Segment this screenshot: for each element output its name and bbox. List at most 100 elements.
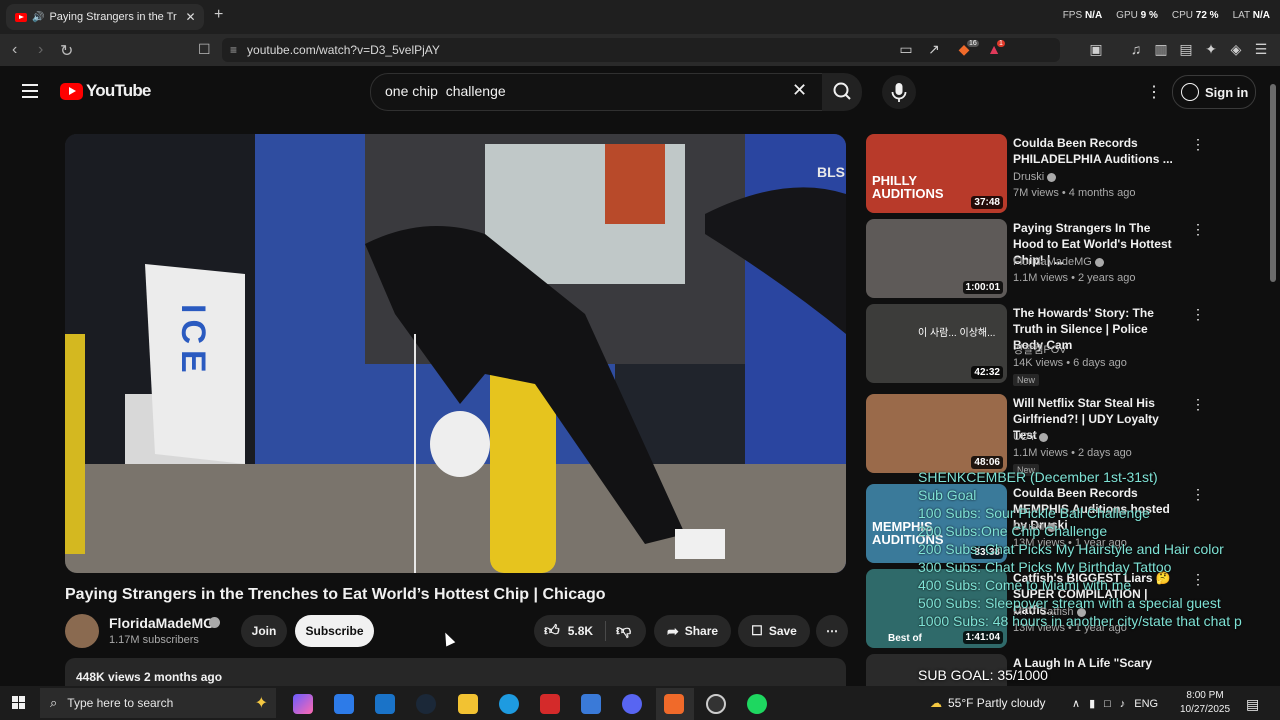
edge-icon[interactable] [499, 694, 519, 714]
leo-icon[interactable]: ✦ [1203, 41, 1219, 57]
page-scrollbar[interactable] [1270, 84, 1276, 282]
fps-value: N/A [1084, 10, 1103, 21]
voice-search-button[interactable] [882, 75, 916, 109]
video-title[interactable]: Coulda Been Records PHILADELPHIA Auditio… [1013, 135, 1175, 167]
weather-widget[interactable]: ☁ 55°F Partly cloudy [930, 696, 1046, 710]
lat-value: N/A [1252, 10, 1270, 21]
mic-tray-icon[interactable]: ▮ [1089, 697, 1095, 710]
save-label: Save [768, 624, 797, 638]
bookmark-icon[interactable]: ☐ [198, 41, 211, 58]
sign-text: BLS [817, 164, 845, 180]
gpu-label: GPU [1116, 10, 1138, 21]
wallet-icon[interactable]: ▤ [1178, 41, 1194, 57]
site-info-icon[interactable]: ≡ [230, 43, 237, 57]
dislike-icon[interactable]: 👎︎ [616, 622, 631, 640]
settings-more-icon[interactable]: ⋮ [1146, 82, 1162, 102]
volume-icon[interactable]: ♪ [1120, 698, 1126, 710]
back-icon[interactable]: ‹ [12, 41, 17, 59]
video-thumbnail[interactable]: 이 사람... 이상해... 42:32 [866, 304, 1007, 383]
sign-in-label: Sign in [1205, 84, 1249, 100]
date-text: 10/27/2025 [1180, 704, 1231, 715]
hamburger-menu-icon[interactable] [22, 84, 38, 102]
taskbar-search[interactable]: ⌕ Type here to search ✦ [40, 688, 276, 718]
more-actions-button[interactable]: ⋯ [816, 615, 848, 647]
new-tab-icon[interactable]: + [214, 6, 223, 24]
notifications-icon[interactable]: ▤ [1246, 696, 1259, 713]
app-window-icon[interactable] [581, 694, 601, 714]
clock[interactable]: 8:00 PM 10/27/2025 [1180, 689, 1230, 717]
sign-in-button[interactable]: Sign in [1172, 75, 1256, 109]
steam-icon[interactable] [416, 694, 436, 714]
recommended-video[interactable]: PHILLY AUDITIONS 37:48 Coulda Been Recor… [866, 134, 1205, 214]
recommended-video[interactable]: 48:06 Will Netflix Star Steal His Girlfr… [866, 394, 1205, 476]
video-thumbnail[interactable]: 1:00:01 [866, 219, 1007, 298]
recommended-video[interactable]: 이 사람... 이상해... 42:32 The Howards' Story:… [866, 304, 1205, 386]
chevron-up-icon[interactable]: ∧ [1072, 697, 1080, 710]
search-icon [833, 82, 851, 100]
more-options-icon[interactable]: ⋮ [1191, 221, 1205, 238]
close-tab-icon[interactable]: ✕ [185, 10, 195, 24]
spotify-icon[interactable] [747, 694, 767, 714]
video-duration: 37:48 [971, 196, 1003, 209]
youtube-play-icon [60, 82, 83, 100]
microsoft-store-icon[interactable] [334, 694, 354, 714]
language-indicator[interactable]: ENG [1134, 698, 1158, 710]
obs-icon[interactable] [706, 694, 726, 714]
like-count[interactable]: 5.8K [568, 624, 593, 638]
search-box[interactable] [370, 73, 824, 111]
browser-tab[interactable]: 🔊 Paying Strangers in the Trenches ✕ [6, 4, 204, 30]
share-page-icon[interactable]: ↗ [926, 41, 942, 57]
cpu-label: CPU [1171, 10, 1193, 21]
cast-icon[interactable]: ▭ [898, 41, 914, 57]
more-options-icon[interactable]: ⋮ [1191, 136, 1205, 153]
clear-search-icon[interactable]: ✕ [792, 80, 807, 101]
vpn-icon[interactable]: ◈ [1228, 41, 1244, 57]
subscriber-count: 1.17M subscribers [109, 634, 199, 646]
new-badge: New [1013, 374, 1040, 386]
outlook-icon[interactable] [375, 694, 395, 714]
channel-name[interactable]: FloridaMadeMG [109, 615, 214, 631]
channel-avatar[interactable] [65, 614, 99, 648]
video-duration: 1:41:04 [962, 631, 1003, 644]
media-icon[interactable]: ♫ [1128, 41, 1144, 57]
share-button[interactable]: ➦ Share [654, 615, 731, 647]
overlay-line: 400 Subs: Come to Miami with me [918, 577, 1132, 593]
overlay-line: 100 Subs: Sour Pickle Ball Challenge [918, 505, 1150, 521]
youtube-logo[interactable]: YouTube [60, 81, 151, 101]
search-button[interactable] [822, 73, 862, 111]
windows-start-icon[interactable] [12, 696, 26, 710]
wps-office-icon[interactable] [540, 694, 560, 714]
file-explorer-icon[interactable] [458, 694, 478, 714]
recommended-video[interactable]: 1:00:01 Paying Strangers In The Hood to … [866, 219, 1205, 299]
subscribe-button[interactable]: Subscribe [295, 615, 374, 647]
video-player[interactable]: ICE BLS [65, 134, 846, 573]
reader-icon[interactable]: ▣ [1088, 41, 1104, 57]
weather-text: 55°F Partly cloudy [948, 696, 1046, 710]
channel-name: UDY [1013, 431, 1049, 443]
copilot-sparkle-icon: ✦ [254, 695, 268, 712]
forward-icon[interactable]: › [38, 41, 43, 59]
reload-icon[interactable]: ↻ [60, 41, 73, 61]
sidebar-icon[interactable]: ▥ [1153, 41, 1169, 57]
join-button[interactable]: Join [241, 615, 287, 647]
network-icon[interactable]: □ [1104, 698, 1111, 710]
search-input[interactable] [383, 82, 787, 100]
brave-icon[interactable] [664, 694, 684, 714]
more-options-icon[interactable]: ⋮ [1191, 396, 1205, 413]
discord-icon[interactable] [622, 694, 642, 714]
browser-menu-icon[interactable]: ☰ [1253, 41, 1269, 57]
url-text: youtube.com/watch?v=D3_5velPjAY [247, 43, 440, 57]
like-icon[interactable]: 👍︎ [544, 622, 560, 640]
microphone-icon [891, 83, 907, 102]
more-options-icon[interactable]: ⋮ [1191, 656, 1196, 673]
video-thumbnail[interactable]: 48:06 [866, 394, 1007, 473]
speaker-icon[interactable]: 🔊 [32, 12, 44, 23]
fps-label: FPS [1062, 10, 1083, 21]
video-thumbnail[interactable]: PHILLY AUDITIONS 37:48 [866, 134, 1007, 213]
verified-icon [1094, 257, 1104, 267]
more-options-icon[interactable]: ⋮ [1191, 306, 1205, 323]
video-title: Paying Strangers in the Trenches to Eat … [65, 586, 606, 603]
copilot-icon[interactable] [293, 694, 313, 714]
save-button[interactable]: ☐ Save [738, 615, 810, 647]
verified-icon [209, 617, 220, 628]
